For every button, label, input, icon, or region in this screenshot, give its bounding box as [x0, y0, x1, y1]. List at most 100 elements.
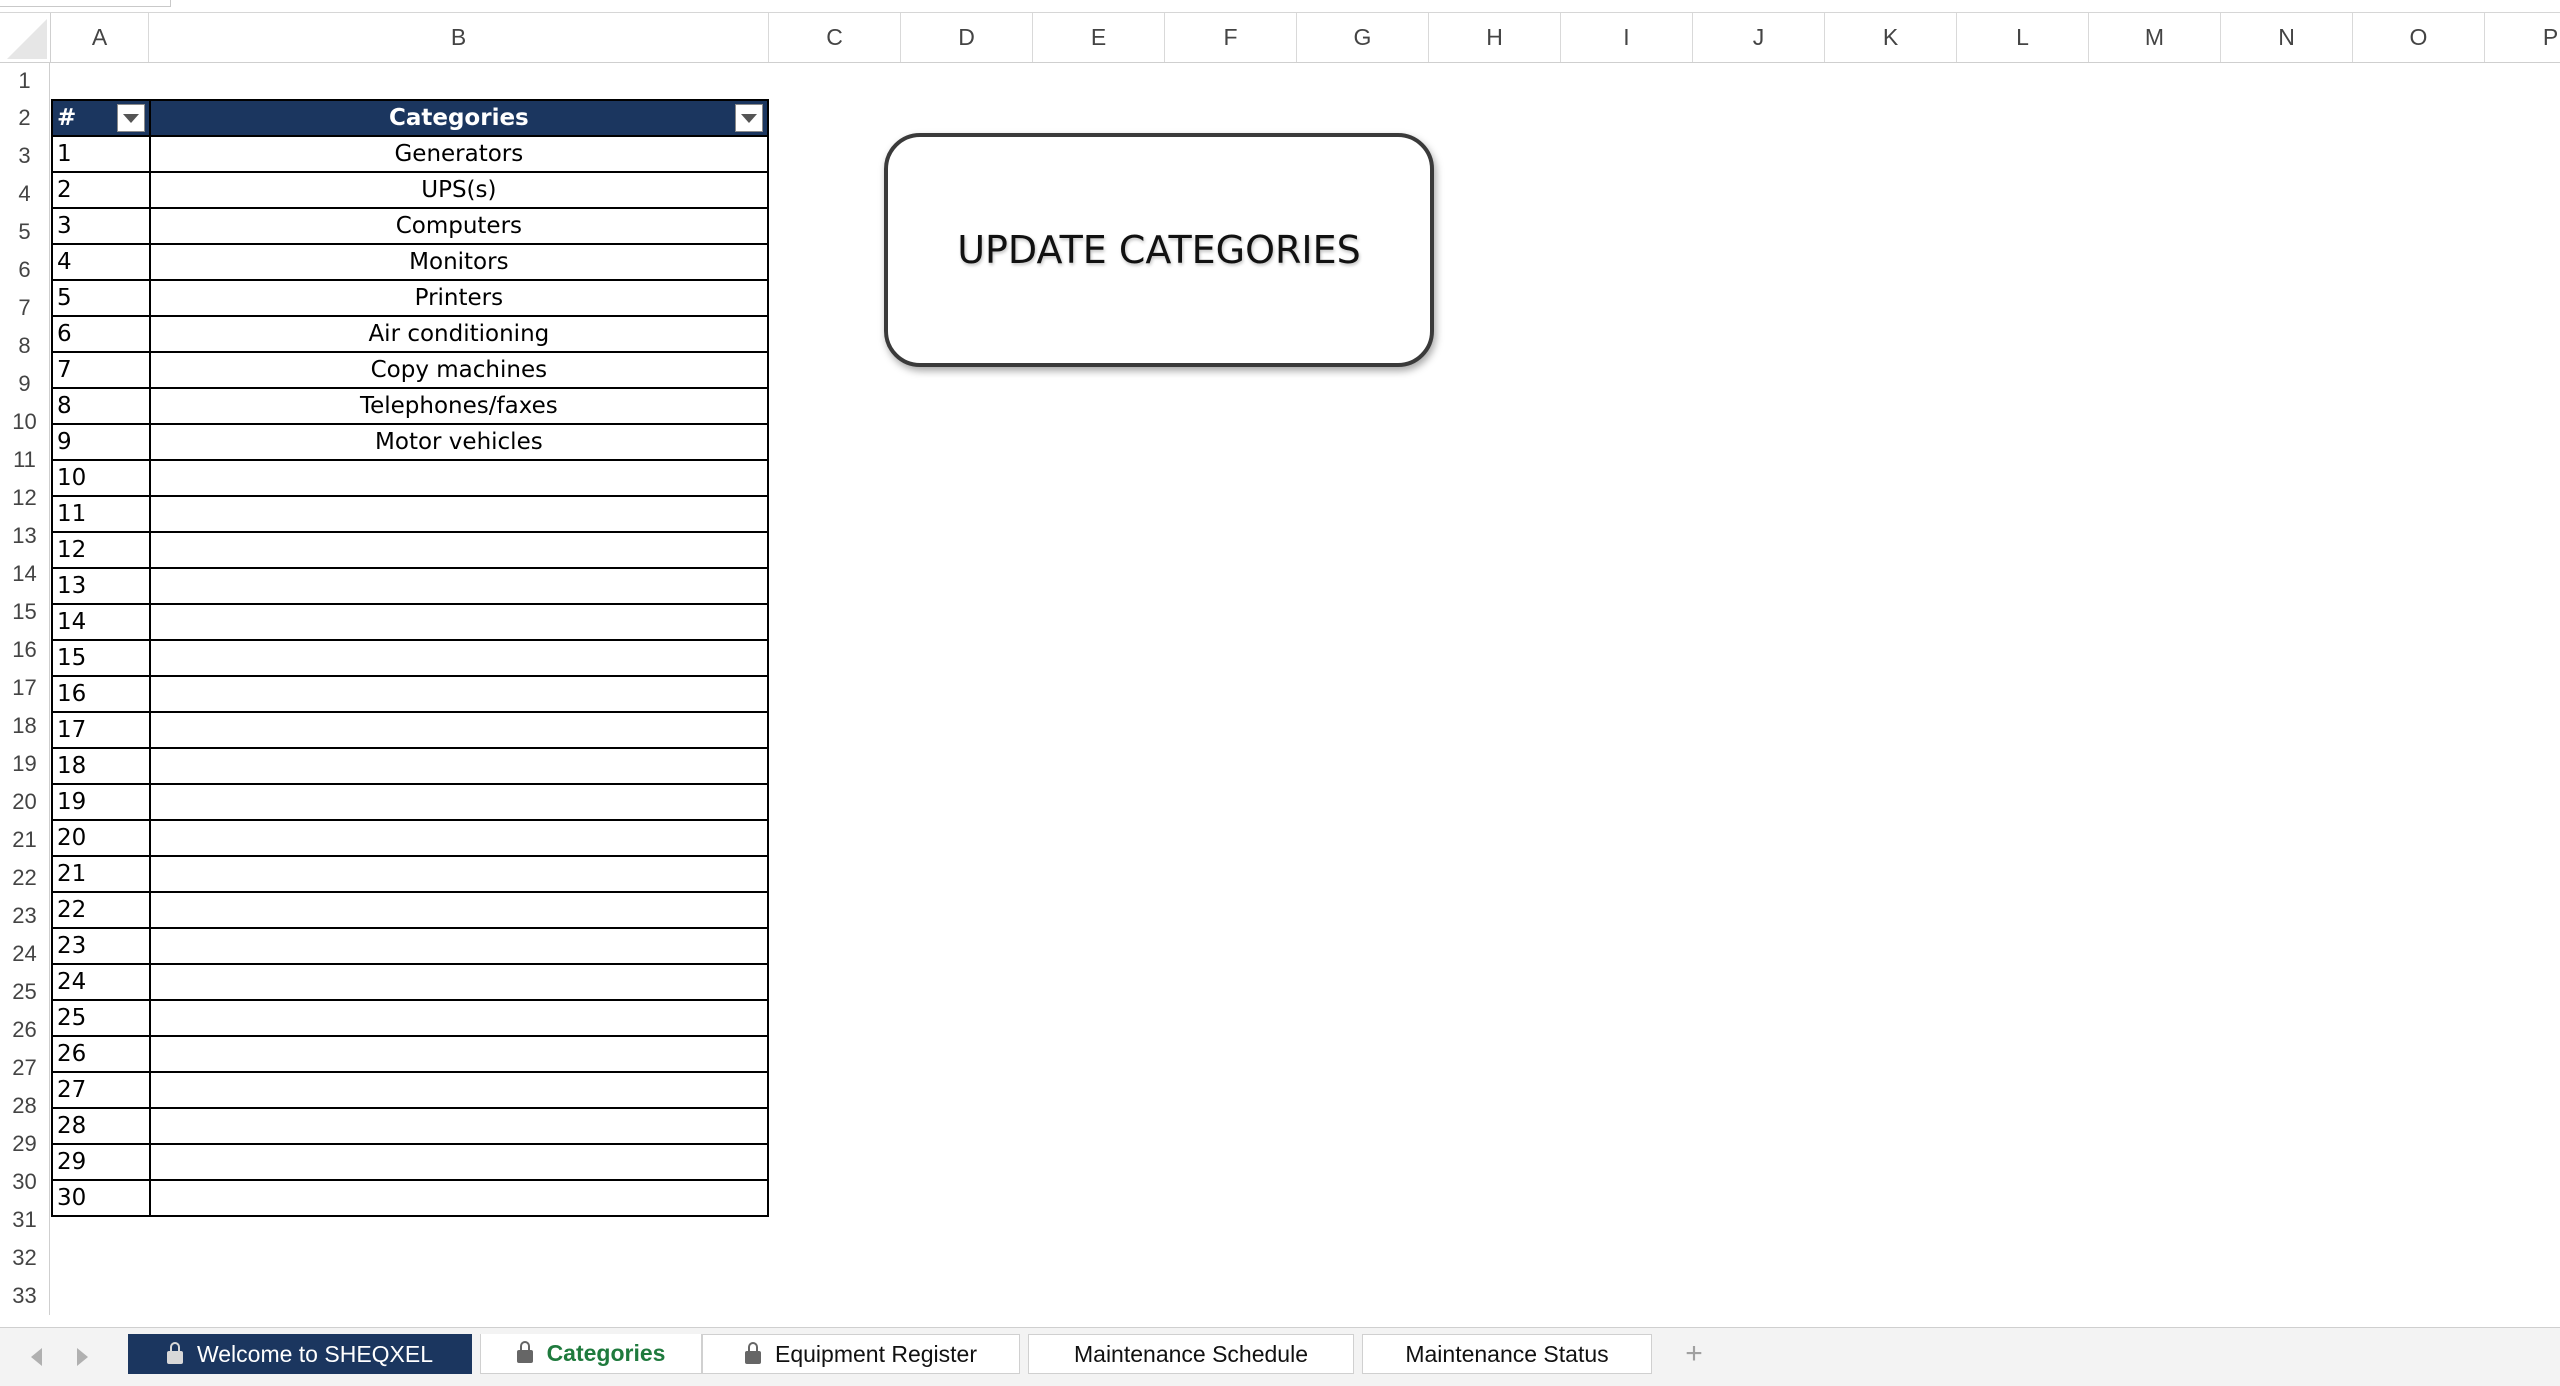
column-header-m[interactable]: M — [2089, 13, 2221, 62]
cell-category[interactable]: UPS(s) — [148, 171, 770, 209]
cell-category[interactable]: Computers — [148, 207, 770, 245]
cell-number[interactable]: 9 — [51, 423, 151, 461]
column-header-b[interactable]: B — [149, 13, 769, 62]
cell-category[interactable] — [148, 999, 770, 1037]
cell-category[interactable] — [148, 603, 770, 641]
row-header-8[interactable]: 8 — [0, 327, 50, 365]
column-header-l[interactable]: L — [1957, 13, 2089, 62]
cell-category[interactable] — [148, 747, 770, 785]
column-header-i[interactable]: I — [1561, 13, 1693, 62]
cell-category[interactable] — [148, 567, 770, 605]
cell-category[interactable] — [148, 675, 770, 713]
row-header-6[interactable]: 6 — [0, 251, 50, 289]
column-header-a[interactable]: A — [51, 13, 149, 62]
column-header-f[interactable]: F — [1165, 13, 1297, 62]
cell-number[interactable]: 3 — [51, 207, 151, 245]
cell-category[interactable] — [148, 1179, 770, 1217]
sheet-tab-maintenance-schedule[interactable]: Maintenance Schedule — [1028, 1334, 1354, 1374]
cell-category[interactable] — [148, 1143, 770, 1181]
row-header-13[interactable]: 13 — [0, 517, 50, 555]
cell-number[interactable]: 4 — [51, 243, 151, 281]
cell-number[interactable]: 23 — [51, 927, 151, 965]
cell-category[interactable] — [148, 531, 770, 569]
row-header-10[interactable]: 10 — [0, 403, 50, 441]
cell-number[interactable]: 14 — [51, 603, 151, 641]
sheet-tab-equipment-register[interactable]: Equipment Register — [702, 1334, 1020, 1374]
cell-number[interactable]: 2 — [51, 171, 151, 209]
filter-dropdown-number[interactable] — [116, 104, 145, 132]
cell-number[interactable]: 20 — [51, 819, 151, 857]
next-sheet-button[interactable] — [68, 1343, 96, 1371]
cell-number[interactable]: 16 — [51, 675, 151, 713]
sheet-tab-categories[interactable]: Categories — [480, 1334, 702, 1374]
cell-category[interactable] — [148, 891, 770, 929]
cell-number[interactable]: 27 — [51, 1071, 151, 1109]
column-header-g[interactable]: G — [1297, 13, 1429, 62]
column-header-h[interactable]: H — [1429, 13, 1561, 62]
row-header-25[interactable]: 25 — [0, 973, 50, 1011]
cell-number[interactable]: 6 — [51, 315, 151, 353]
cell-number[interactable]: 5 — [51, 279, 151, 317]
cell-number[interactable]: 21 — [51, 855, 151, 893]
sheet-tab-welcome-to-sheqxel[interactable]: Welcome to SHEQXEL — [128, 1334, 472, 1374]
column-header-e[interactable]: E — [1033, 13, 1165, 62]
row-header-27[interactable]: 27 — [0, 1049, 50, 1087]
column-header-p[interactable]: P — [2485, 13, 2560, 62]
row-header-4[interactable]: 4 — [0, 175, 50, 213]
cell-category[interactable] — [148, 711, 770, 749]
cell-category[interactable] — [148, 927, 770, 965]
cell-number[interactable]: 22 — [51, 891, 151, 929]
cell-number[interactable]: 13 — [51, 567, 151, 605]
cell-category[interactable] — [148, 639, 770, 677]
row-header-31[interactable]: 31 — [0, 1201, 50, 1239]
cell-category[interactable]: Air conditioning — [148, 315, 770, 353]
cell-number[interactable]: 12 — [51, 531, 151, 569]
row-header-11[interactable]: 11 — [0, 441, 50, 479]
cell-category[interactable]: Generators — [148, 135, 770, 173]
row-header-2[interactable]: 2 — [0, 99, 50, 137]
column-header-c[interactable]: C — [769, 13, 901, 62]
update-categories-button[interactable]: UPDATE CATEGORIES — [884, 133, 1434, 367]
row-header-22[interactable]: 22 — [0, 859, 50, 897]
filter-dropdown-categories[interactable] — [735, 104, 763, 132]
cell-number[interactable]: 25 — [51, 999, 151, 1037]
cell-category[interactable]: Monitors — [148, 243, 770, 281]
cell-number[interactable]: 26 — [51, 1035, 151, 1073]
add-sheet-button[interactable]: + — [1658, 1334, 1730, 1374]
prev-sheet-button[interactable] — [22, 1343, 50, 1371]
row-header-9[interactable]: 9 — [0, 365, 50, 403]
cell-category[interactable] — [148, 1071, 770, 1109]
cell-number[interactable]: 29 — [51, 1143, 151, 1181]
cell-number[interactable]: 1 — [51, 135, 151, 173]
cell-category[interactable] — [148, 963, 770, 1001]
row-header-15[interactable]: 15 — [0, 593, 50, 631]
select-all-corner[interactable] — [0, 13, 51, 62]
row-header-21[interactable]: 21 — [0, 821, 50, 859]
column-header-o[interactable]: O — [2353, 13, 2485, 62]
row-header-28[interactable]: 28 — [0, 1087, 50, 1125]
cell-number[interactable]: 7 — [51, 351, 151, 389]
cell-category[interactable]: Telephones/faxes — [148, 387, 770, 425]
row-header-24[interactable]: 24 — [0, 935, 50, 973]
row-header-32[interactable]: 32 — [0, 1239, 50, 1277]
row-header-23[interactable]: 23 — [0, 897, 50, 935]
row-header-14[interactable]: 14 — [0, 555, 50, 593]
cell-number[interactable]: 8 — [51, 387, 151, 425]
name-box-remnant[interactable] — [0, 0, 171, 7]
cell-category[interactable] — [148, 495, 770, 533]
row-header-5[interactable]: 5 — [0, 213, 50, 251]
row-header-18[interactable]: 18 — [0, 707, 50, 745]
row-header-3[interactable]: 3 — [0, 137, 50, 175]
row-header-20[interactable]: 20 — [0, 783, 50, 821]
row-header-19[interactable]: 19 — [0, 745, 50, 783]
cell-number[interactable]: 19 — [51, 783, 151, 821]
row-header-26[interactable]: 26 — [0, 1011, 50, 1049]
row-header-7[interactable]: 7 — [0, 289, 50, 327]
row-header-12[interactable]: 12 — [0, 479, 50, 517]
cell-number[interactable]: 30 — [51, 1179, 151, 1217]
cell-category[interactable]: Printers — [148, 279, 770, 317]
row-header-30[interactable]: 30 — [0, 1163, 50, 1201]
row-header-16[interactable]: 16 — [0, 631, 50, 669]
cell-number[interactable]: 28 — [51, 1107, 151, 1145]
cell-number[interactable]: 17 — [51, 711, 151, 749]
